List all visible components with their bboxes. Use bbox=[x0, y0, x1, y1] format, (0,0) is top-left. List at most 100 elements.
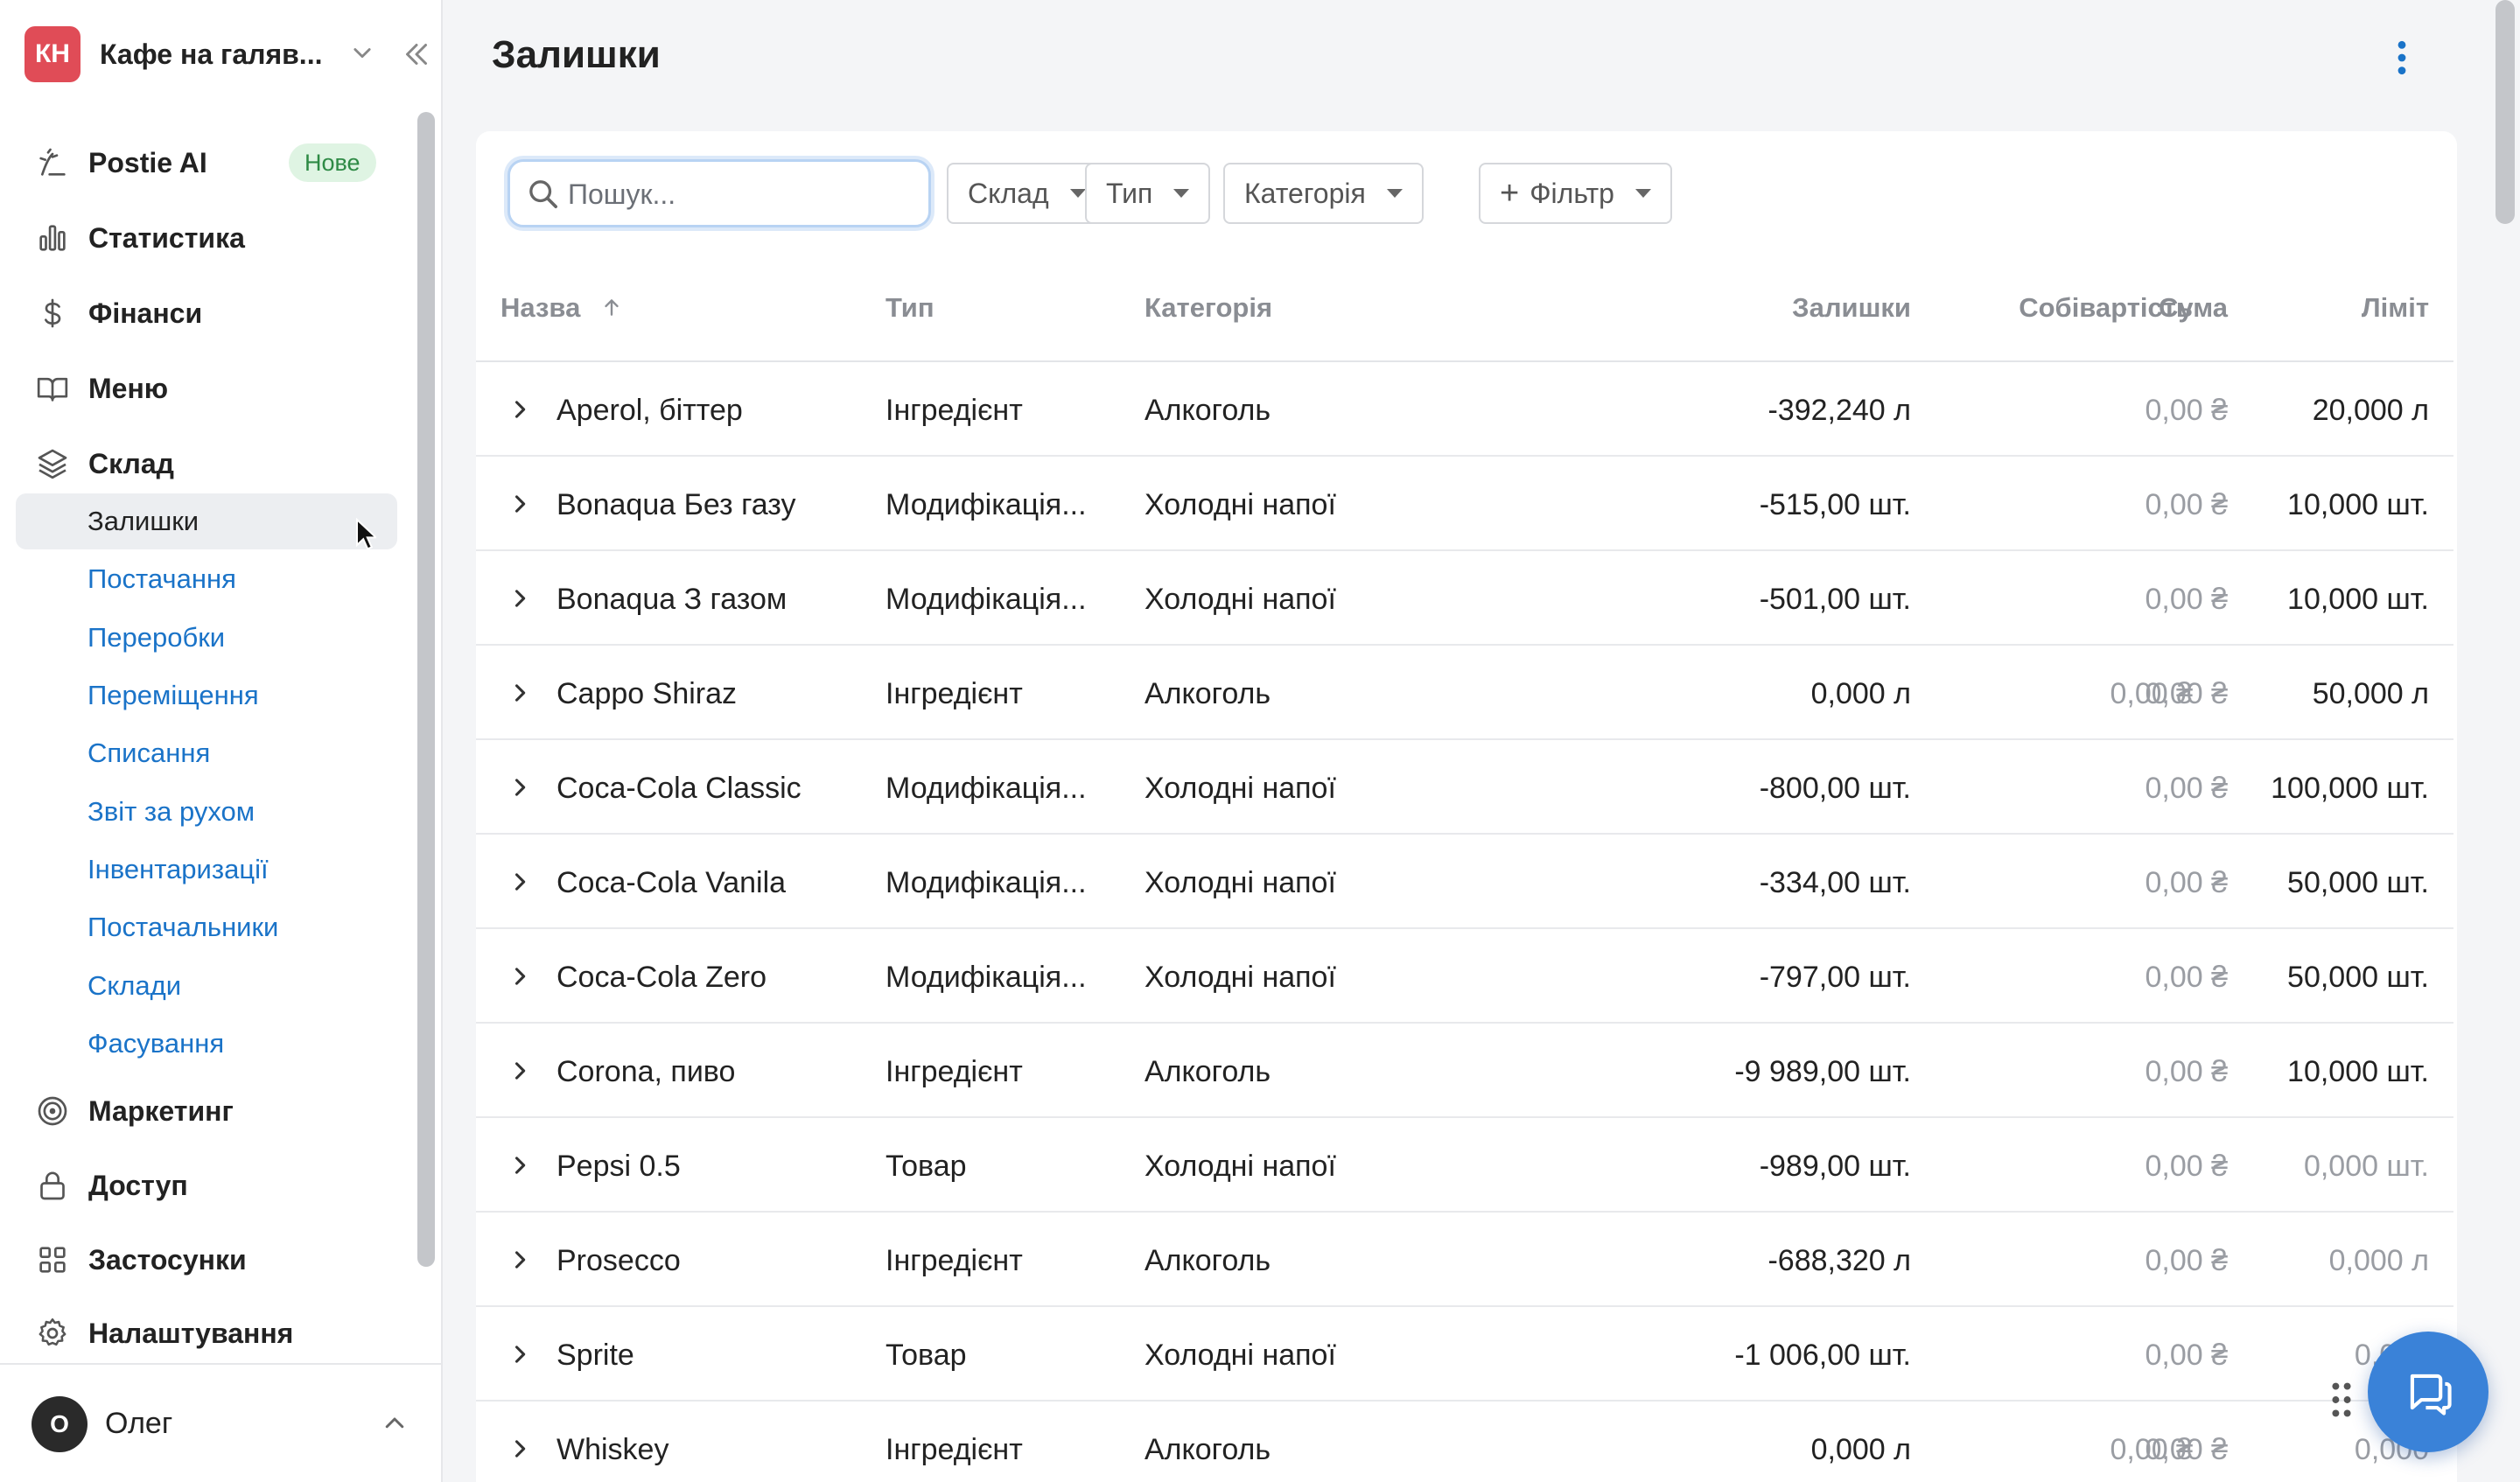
cell-type: Інгредієнт bbox=[886, 1433, 1023, 1466]
sidebar-subitem-movement-report[interactable]: Звіт за рухом bbox=[16, 784, 397, 840]
venue-avatar: КН bbox=[24, 26, 80, 82]
table-row[interactable]: Coca-Cola Zero Модифікація... Холодні напо… bbox=[476, 929, 2454, 1024]
sidebar-subitem-write-offs[interactable]: Списання bbox=[16, 725, 397, 781]
filter-type-dropdown[interactable]: Тип bbox=[1085, 163, 1211, 224]
sidebar-subitem-inventories[interactable]: Інвентаризації bbox=[16, 842, 397, 898]
chevron-right-icon[interactable] bbox=[508, 1059, 532, 1083]
venue-name: Кафе на галяв... bbox=[100, 38, 323, 70]
collapse-sidebar-icon[interactable] bbox=[401, 38, 432, 70]
column-header-limit[interactable]: Ліміт bbox=[2278, 292, 2429, 324]
search-box[interactable] bbox=[508, 159, 931, 227]
chevron-right-icon[interactable] bbox=[508, 1153, 532, 1178]
cell-name: Bonaqua Без газу bbox=[556, 488, 796, 521]
cell-sum: 0,00 ₴ bbox=[2145, 1339, 2228, 1372]
sidebar-subitem-processing[interactable]: Переробки bbox=[16, 610, 397, 666]
cell-category: Алкоголь bbox=[1144, 394, 1271, 427]
table-row[interactable]: Sprite Товар Холодні напої -1 006,00 шт. 0,0… bbox=[476, 1307, 2454, 1402]
sidebar-scrollbar[interactable] bbox=[417, 112, 435, 1267]
chevron-right-icon[interactable] bbox=[508, 775, 532, 800]
filter-warehouse-dropdown[interactable]: Склад bbox=[947, 163, 1107, 224]
column-header-label: Назва bbox=[500, 292, 581, 323]
table-row[interactable]: Cappo Shiraz Інгредієнт Алкоголь 0,000 л 0,0… bbox=[476, 646, 2454, 740]
table-row[interactable]: Coca-Cola Classic Модифікація... Холодні н… bbox=[476, 740, 2454, 835]
column-header-type[interactable]: Тип bbox=[886, 292, 934, 324]
cell-type: Модифікація... bbox=[886, 866, 1087, 899]
search-input[interactable] bbox=[568, 171, 918, 218]
cell-name: Whiskey bbox=[556, 1433, 669, 1466]
page-title: Залишки bbox=[492, 33, 661, 76]
sidebar-item-statistics[interactable]: Статистика bbox=[16, 210, 397, 266]
cell-type: Модифікація... bbox=[886, 961, 1087, 994]
column-header-name[interactable]: Назва bbox=[500, 292, 623, 324]
cell-name: Prosecco bbox=[556, 1244, 681, 1277]
user-name: Олег bbox=[105, 1407, 173, 1440]
cell-stock: -797,00 шт. bbox=[1759, 961, 1911, 994]
sidebar-item-menu[interactable]: Меню bbox=[16, 360, 397, 416]
chevron-right-icon[interactable] bbox=[508, 492, 532, 516]
chevron-right-icon[interactable] bbox=[508, 870, 532, 894]
sidebar-item-apps[interactable]: Застосунки bbox=[16, 1232, 397, 1288]
sidebar-item-warehouse[interactable]: Склад bbox=[16, 436, 397, 492]
chevron-right-icon[interactable] bbox=[508, 964, 532, 989]
sidebar-subitem-label: Фасування bbox=[88, 1028, 225, 1059]
table-row[interactable]: Bonaqua Без газу Модифікація... Холодні на… bbox=[476, 457, 2454, 551]
column-header-sum[interactable]: Сума bbox=[2105, 292, 2228, 324]
cell-category: Холодні напої bbox=[1144, 772, 1336, 805]
column-header-stock[interactable]: Залишки bbox=[1792, 292, 1911, 324]
table-row[interactable]: Bonaqua З газом Модифікація... Холодні нап… bbox=[476, 551, 2454, 646]
add-filter-button[interactable]: + Фільтр bbox=[1479, 163, 1672, 224]
sidebar-item-settings[interactable]: Налаштування bbox=[16, 1305, 397, 1361]
table-row[interactable]: Prosecco Інгредієнт Алкоголь -688,320 л 0,00… bbox=[476, 1213, 2454, 1307]
cell-sum: 0,00 ₴ bbox=[2145, 1150, 2228, 1183]
cell-stock: -800,00 шт. bbox=[1759, 772, 1911, 805]
chevron-right-icon[interactable] bbox=[508, 397, 532, 422]
chevron-right-icon[interactable] bbox=[508, 1248, 532, 1272]
sidebar-item-access[interactable]: Доступ bbox=[16, 1157, 397, 1213]
sidebar-item-marketing[interactable]: Маркетинг bbox=[16, 1083, 397, 1139]
cell-category: Алкоголь bbox=[1144, 1244, 1271, 1277]
more-options-icon[interactable] bbox=[2389, 38, 2415, 77]
cell-type: Товар bbox=[886, 1150, 967, 1183]
cell-type: Інгредієнт bbox=[886, 1055, 1023, 1088]
sidebar-subitem-stock[interactable]: Залишки bbox=[16, 493, 397, 549]
sidebar-subitem-warehouses[interactable]: Склади bbox=[16, 958, 397, 1014]
cell-limit: 50,000 л bbox=[2312, 677, 2429, 710]
sidebar-subitem-label: Склади bbox=[88, 970, 182, 1001]
sidebar-item-postie-ai[interactable]: Postie AI Нове bbox=[16, 135, 397, 191]
table-row[interactable]: Whiskey Інгредієнт Алкоголь 0,000 л 0,00 ₴ 0,… bbox=[476, 1402, 2454, 1482]
sidebar-subitem-suppliers[interactable]: Постачальники bbox=[16, 899, 397, 955]
sort-ascending-icon bbox=[605, 299, 619, 316]
chevron-right-icon[interactable] bbox=[508, 1437, 532, 1461]
sidebar-item-label: Меню bbox=[88, 372, 169, 404]
cell-limit: 50,000 шт. bbox=[2287, 866, 2429, 899]
support-chat-button[interactable] bbox=[2368, 1332, 2488, 1452]
page-scrollbar[interactable] bbox=[2496, 0, 2515, 224]
drag-handle-icon[interactable] bbox=[2329, 1381, 2354, 1419]
column-header-label: Залишки bbox=[1792, 292, 1911, 323]
column-header-label: Категорія bbox=[1144, 292, 1273, 323]
sidebar-subitem-supplies[interactable]: Постачання bbox=[16, 551, 397, 607]
sidebar-item-finance[interactable]: Фінанси bbox=[16, 285, 397, 341]
cell-sum: 0,00 ₴ bbox=[2145, 866, 2228, 899]
stock-table-card: Склад Тип Категорія + Фільтр Назва Тип Ка… bbox=[476, 131, 2457, 1482]
table-row[interactable]: Corona, пиво Інгредієнт Алкоголь -9 989,00 … bbox=[476, 1024, 2454, 1118]
column-header-category[interactable]: Категорія bbox=[1144, 292, 1272, 324]
venue-switcher[interactable]: КН Кафе на галяв... bbox=[24, 26, 427, 82]
cell-category: Холодні напої bbox=[1144, 866, 1336, 899]
cell-type: Модифікація... bbox=[886, 772, 1087, 805]
cell-category: Холодні напої bbox=[1144, 1150, 1336, 1183]
chevron-right-icon[interactable] bbox=[508, 586, 532, 611]
cell-type: Інгредієнт bbox=[886, 677, 1023, 710]
cell-name: Coca-Cola Vanila bbox=[556, 866, 787, 899]
table-row[interactable]: Pepsi 0.5 Товар Холодні напої -989,00 шт. 0,… bbox=[476, 1118, 2454, 1213]
filter-category-dropdown[interactable]: Категорія bbox=[1223, 163, 1424, 224]
table-row[interactable]: Coca-Cola Vanila Модифікація... Холодні на… bbox=[476, 835, 2454, 929]
sidebar-subitem-transfers[interactable]: Переміщення bbox=[16, 668, 397, 724]
cell-sum: 0,00 ₴ bbox=[2145, 1244, 2228, 1277]
chevron-right-icon[interactable] bbox=[508, 681, 532, 705]
chevron-right-icon[interactable] bbox=[508, 1342, 532, 1367]
sidebar-subitem-packaging[interactable]: Фасування bbox=[16, 1016, 397, 1072]
gear-icon bbox=[38, 1318, 66, 1346]
table-row[interactable]: Aperol, біттер Інгредієнт Алкоголь -392,240… bbox=[476, 362, 2454, 457]
user-menu[interactable]: О Олег bbox=[0, 1363, 441, 1482]
